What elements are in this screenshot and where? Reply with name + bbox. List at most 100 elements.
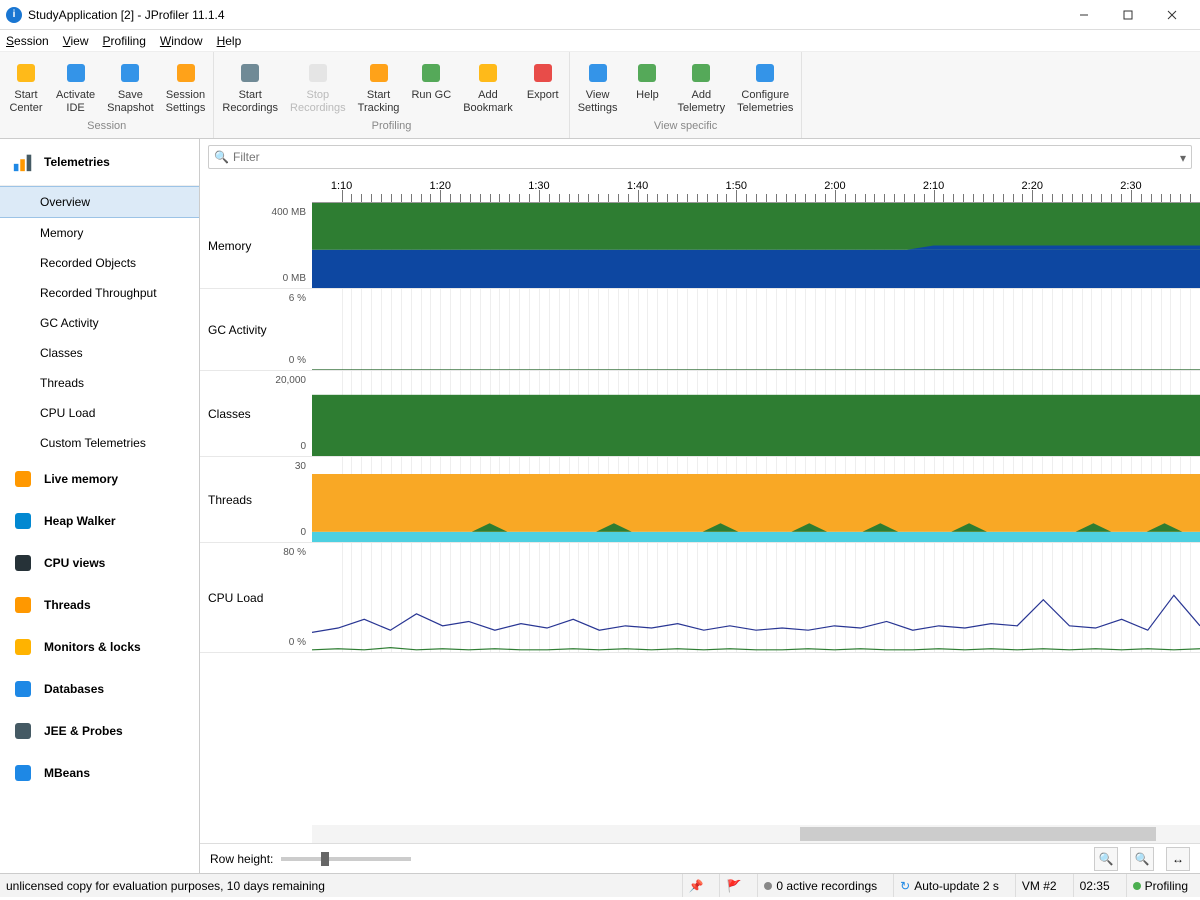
sidebar-cat-label: Monitors & locks	[44, 640, 141, 654]
menu-window[interactable]: Window	[160, 34, 203, 48]
pin-icon[interactable]: 📌	[682, 874, 710, 897]
mbeans-icon	[12, 762, 34, 784]
toolbar-start-recordings[interactable]: StartRecordings	[216, 56, 284, 118]
toolbar-activate-ide[interactable]: ActivateIDE	[50, 56, 101, 118]
sidebar-item-gc-activity[interactable]: GC Activity	[0, 308, 199, 338]
toolbar-label: ActivateIDE	[56, 89, 95, 114]
sidebar-cat-jee-probes[interactable]: JEE & Probes	[0, 710, 199, 752]
filter-input[interactable]	[208, 145, 1192, 169]
elapsed-time: 02:35	[1073, 874, 1116, 897]
menu-view[interactable]: View	[63, 34, 89, 48]
row-height-slider[interactable]	[281, 857, 411, 861]
toolbar-label: SaveSnapshot	[107, 89, 153, 114]
menu-help[interactable]: Help	[217, 34, 242, 48]
toolbar-export[interactable]: Export	[519, 56, 567, 118]
toolbar-group-label: View specific	[572, 118, 800, 136]
y-max: 20,000	[275, 375, 306, 386]
toolbar-add-telemetry[interactable]: AddTelemetry	[671, 56, 731, 118]
recordings-status[interactable]: 0 active recordings	[757, 874, 883, 897]
plot-classes	[312, 371, 1200, 456]
sidebar-cat-label: Databases	[44, 682, 104, 696]
menu-profiling[interactable]: Profiling	[103, 34, 146, 48]
toolbar-configure-telemetries[interactable]: ConfigureTelemetries	[731, 56, 799, 118]
activate-ide-icon	[63, 60, 89, 86]
toolbar-label: StartRecordings	[222, 89, 278, 114]
autoupdate-status[interactable]: ↻Auto-update 2 s	[893, 874, 1005, 897]
sidebar-cat-label: Threads	[44, 598, 91, 612]
chart-name: Memory	[204, 239, 251, 253]
fit-width-button[interactable]: ↔	[1166, 847, 1190, 871]
sidebar-heading-telemetries[interactable]: Telemetries	[0, 139, 199, 186]
maximize-button[interactable]	[1106, 0, 1150, 30]
chart-row-cpu[interactable]: 80 %CPU Load0 %	[200, 543, 1200, 653]
y-max: 400 MB	[272, 207, 306, 218]
sidebar-cat-mbeans[interactable]: MBeans	[0, 752, 199, 794]
toolbar-run-gc[interactable]: Run GC	[405, 56, 457, 118]
databases-icon	[12, 678, 34, 700]
help-icon	[634, 60, 660, 86]
run-gc-icon	[418, 60, 444, 86]
toolbar-save-snapshot[interactable]: SaveSnapshot	[101, 56, 159, 118]
zoom-out-button[interactable]: 🔍	[1130, 847, 1154, 871]
sidebar-cat-databases[interactable]: Databases	[0, 668, 199, 710]
toolbar-group-label: Session	[2, 118, 211, 136]
toolbar-start-center[interactable]: StartCenter	[2, 56, 50, 118]
y-min: 0	[300, 527, 306, 538]
toolbar-label: AddBookmark	[463, 89, 513, 114]
sidebar-item-recorded-objects[interactable]: Recorded Objects	[0, 248, 199, 278]
sidebar-cat-live-memory[interactable]: Live memory	[0, 458, 199, 500]
sidebar-item-custom-telemetries[interactable]: Custom Telemetries	[0, 428, 199, 458]
chevron-down-icon[interactable]: ▾	[1180, 151, 1186, 165]
close-button[interactable]	[1150, 0, 1194, 30]
minimize-button[interactable]	[1062, 0, 1106, 30]
sidebar-item-memory[interactable]: Memory	[0, 218, 199, 248]
sidebar-item-cpu-load[interactable]: CPU Load	[0, 398, 199, 428]
plot-threads	[312, 457, 1200, 542]
chart-row-classes[interactable]: 20,000Classes0	[200, 371, 1200, 457]
horizontal-scrollbar[interactable]	[312, 825, 1200, 843]
toolbar-view-settings[interactable]: ViewSettings	[572, 56, 624, 118]
toolbar-session-settings[interactable]: SessionSettings	[160, 56, 212, 118]
sidebar-cat-threads[interactable]: Threads	[0, 584, 199, 626]
start-center-icon	[13, 60, 39, 86]
y-min: 0 %	[289, 637, 306, 648]
toolbar-label: StartCenter	[9, 89, 42, 114]
y-max: 80 %	[283, 547, 306, 558]
toolbar-label: Help	[636, 89, 659, 102]
chart-row-memory[interactable]: 400 MBMemory0 MB	[200, 203, 1200, 289]
zoom-in-button[interactable]: 🔍	[1094, 847, 1118, 871]
sidebar-cat-label: MBeans	[44, 766, 90, 780]
sidebar-item-threads[interactable]: Threads	[0, 368, 199, 398]
flag-icon[interactable]: 🚩	[719, 874, 747, 897]
toolbar-label: Export	[527, 89, 559, 102]
heap-walker-icon	[12, 510, 34, 532]
sidebar-cat-monitors-locks[interactable]: Monitors & locks	[0, 626, 199, 668]
toolbar-add-bookmark[interactable]: AddBookmark	[457, 56, 519, 118]
y-max: 6 %	[289, 293, 306, 304]
chart-row-gc[interactable]: 6 %GC Activity0 %	[200, 289, 1200, 371]
sidebar: Telemetries OverviewMemoryRecorded Objec…	[0, 139, 200, 873]
cpu-views-icon	[12, 552, 34, 574]
chart-row-threads[interactable]: 30Threads0	[200, 457, 1200, 543]
sidebar-cat-cpu-views[interactable]: CPU views	[0, 542, 199, 584]
start-recordings-icon	[237, 60, 263, 86]
toolbar-label: ViewSettings	[578, 89, 618, 114]
sidebar-item-classes[interactable]: Classes	[0, 338, 199, 368]
sidebar-cat-label: JEE & Probes	[44, 724, 123, 738]
toolbar-label: StopRecordings	[290, 89, 346, 114]
toolbar-label: Run GC	[411, 89, 451, 102]
toolbar-help[interactable]: Help	[623, 56, 671, 118]
sidebar-item-recorded-throughput[interactable]: Recorded Throughput	[0, 278, 199, 308]
toolbar-stop-recordings[interactable]: StopRecordings	[284, 56, 352, 118]
sidebar-item-overview[interactable]: Overview	[0, 186, 199, 218]
telemetry-icon	[12, 151, 34, 173]
sidebar-cat-label: Heap Walker	[44, 514, 116, 528]
toolbar-start-tracking[interactable]: StartTracking	[352, 56, 406, 118]
toolbar-group-label: Profiling	[216, 118, 566, 136]
sidebar-cat-heap-walker[interactable]: Heap Walker	[0, 500, 199, 542]
vm-status[interactable]: VM #2	[1015, 874, 1063, 897]
live-memory-icon	[12, 468, 34, 490]
toolbar-label: SessionSettings	[166, 89, 206, 114]
chart-area: 1:101:201:301:401:502:002:102:202:30 400…	[200, 175, 1200, 843]
menu-session[interactable]: Session	[6, 34, 49, 48]
